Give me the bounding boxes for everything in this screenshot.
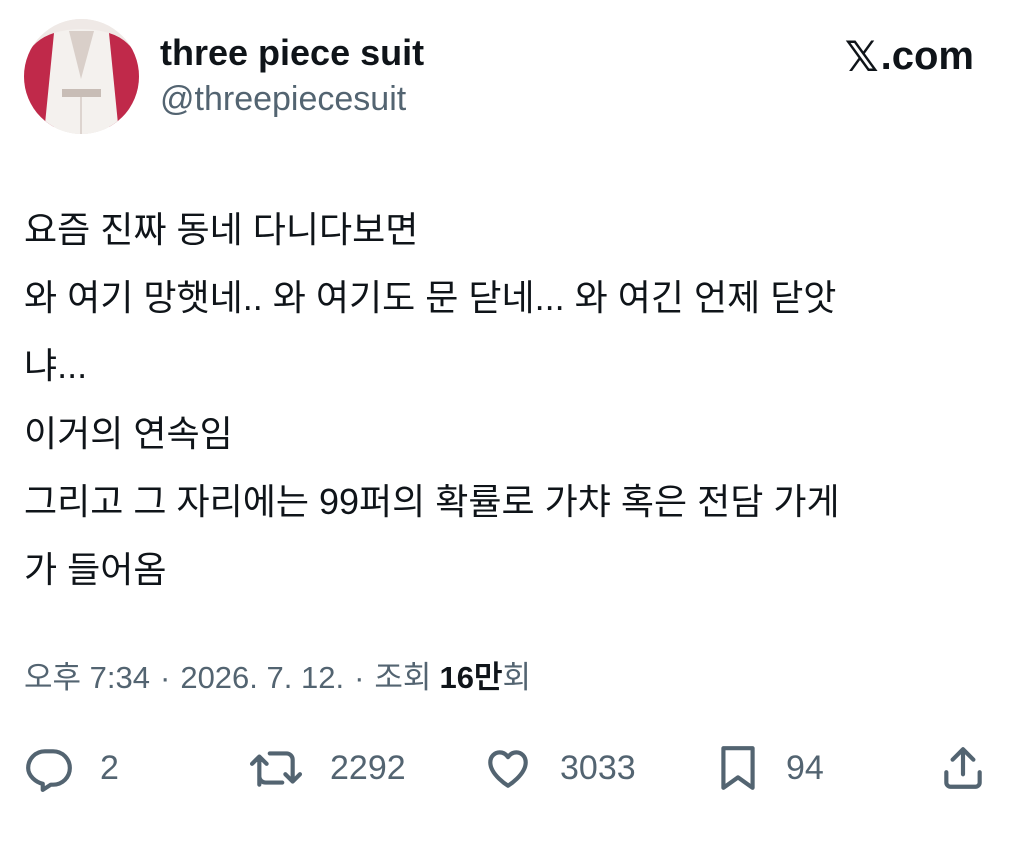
like-button[interactable]: 3033 — [482, 736, 636, 800]
views-number: 16만 — [439, 660, 503, 695]
action-bar: 2 2292 3033 94 — [0, 736, 1024, 800]
share-icon — [944, 747, 982, 789]
avatar[interactable] — [24, 19, 139, 134]
retweet-count: 2292 — [330, 748, 406, 787]
bookmark-button[interactable]: 94 — [716, 736, 824, 800]
tweet-text: 요즘 진짜 동네 다니다보면 와 여기 망햇네.. 와 여기도 문 닫네... … — [24, 196, 999, 604]
brand-label: .com — [880, 34, 974, 78]
tweet-line: 와 여기 망햇네.. 와 여기도 문 닫네... 와 여긴 언제 닫앗 — [24, 277, 837, 318]
share-button[interactable] — [938, 736, 988, 800]
tweet-time[interactable]: 오후 7:34 — [24, 652, 150, 697]
views-label: 조회 — [374, 660, 432, 695]
tweet-line: 요즘 진짜 동네 다니다보면 — [24, 209, 419, 250]
brand-x-com: 𝕏 .com — [845, 32, 974, 81]
retweet-icon — [249, 751, 303, 787]
author-handle[interactable]: @threepiecesuit — [160, 80, 406, 119]
tweet-line: 그리고 그 자리에는 99퍼의 확률로 가챠 혹은 전담 가게 — [24, 481, 840, 522]
heart-icon — [488, 750, 528, 788]
retweet-button[interactable]: 2292 — [248, 736, 406, 800]
tweet-meta: 오후 7:34 · 2026. 7. 12. · 조회 16만 회 — [24, 652, 531, 697]
reply-icon — [26, 749, 72, 792]
views-suffix: 회 — [502, 660, 531, 695]
like-count: 3033 — [560, 748, 636, 787]
x-logo-icon: 𝕏 — [844, 32, 879, 81]
views-count[interactable]: 16만 — [439, 652, 502, 697]
bookmark-count: 94 — [786, 748, 824, 787]
tweet-date[interactable]: 2026. 7. 12. — [180, 660, 344, 696]
meta-separator: · — [354, 660, 365, 695]
tweet-line: 이거의 연속임 — [24, 413, 233, 454]
bookmark-icon — [721, 746, 755, 790]
avatar-image — [24, 19, 139, 134]
reply-count: 2 — [100, 748, 119, 787]
meta-separator: · — [160, 660, 171, 695]
reply-button[interactable]: 2 — [24, 736, 119, 800]
tweet-line: 냐... — [24, 345, 88, 386]
author-display-name[interactable]: three piece suit — [160, 32, 424, 74]
tweet-line: 가 들어옴 — [24, 549, 167, 590]
